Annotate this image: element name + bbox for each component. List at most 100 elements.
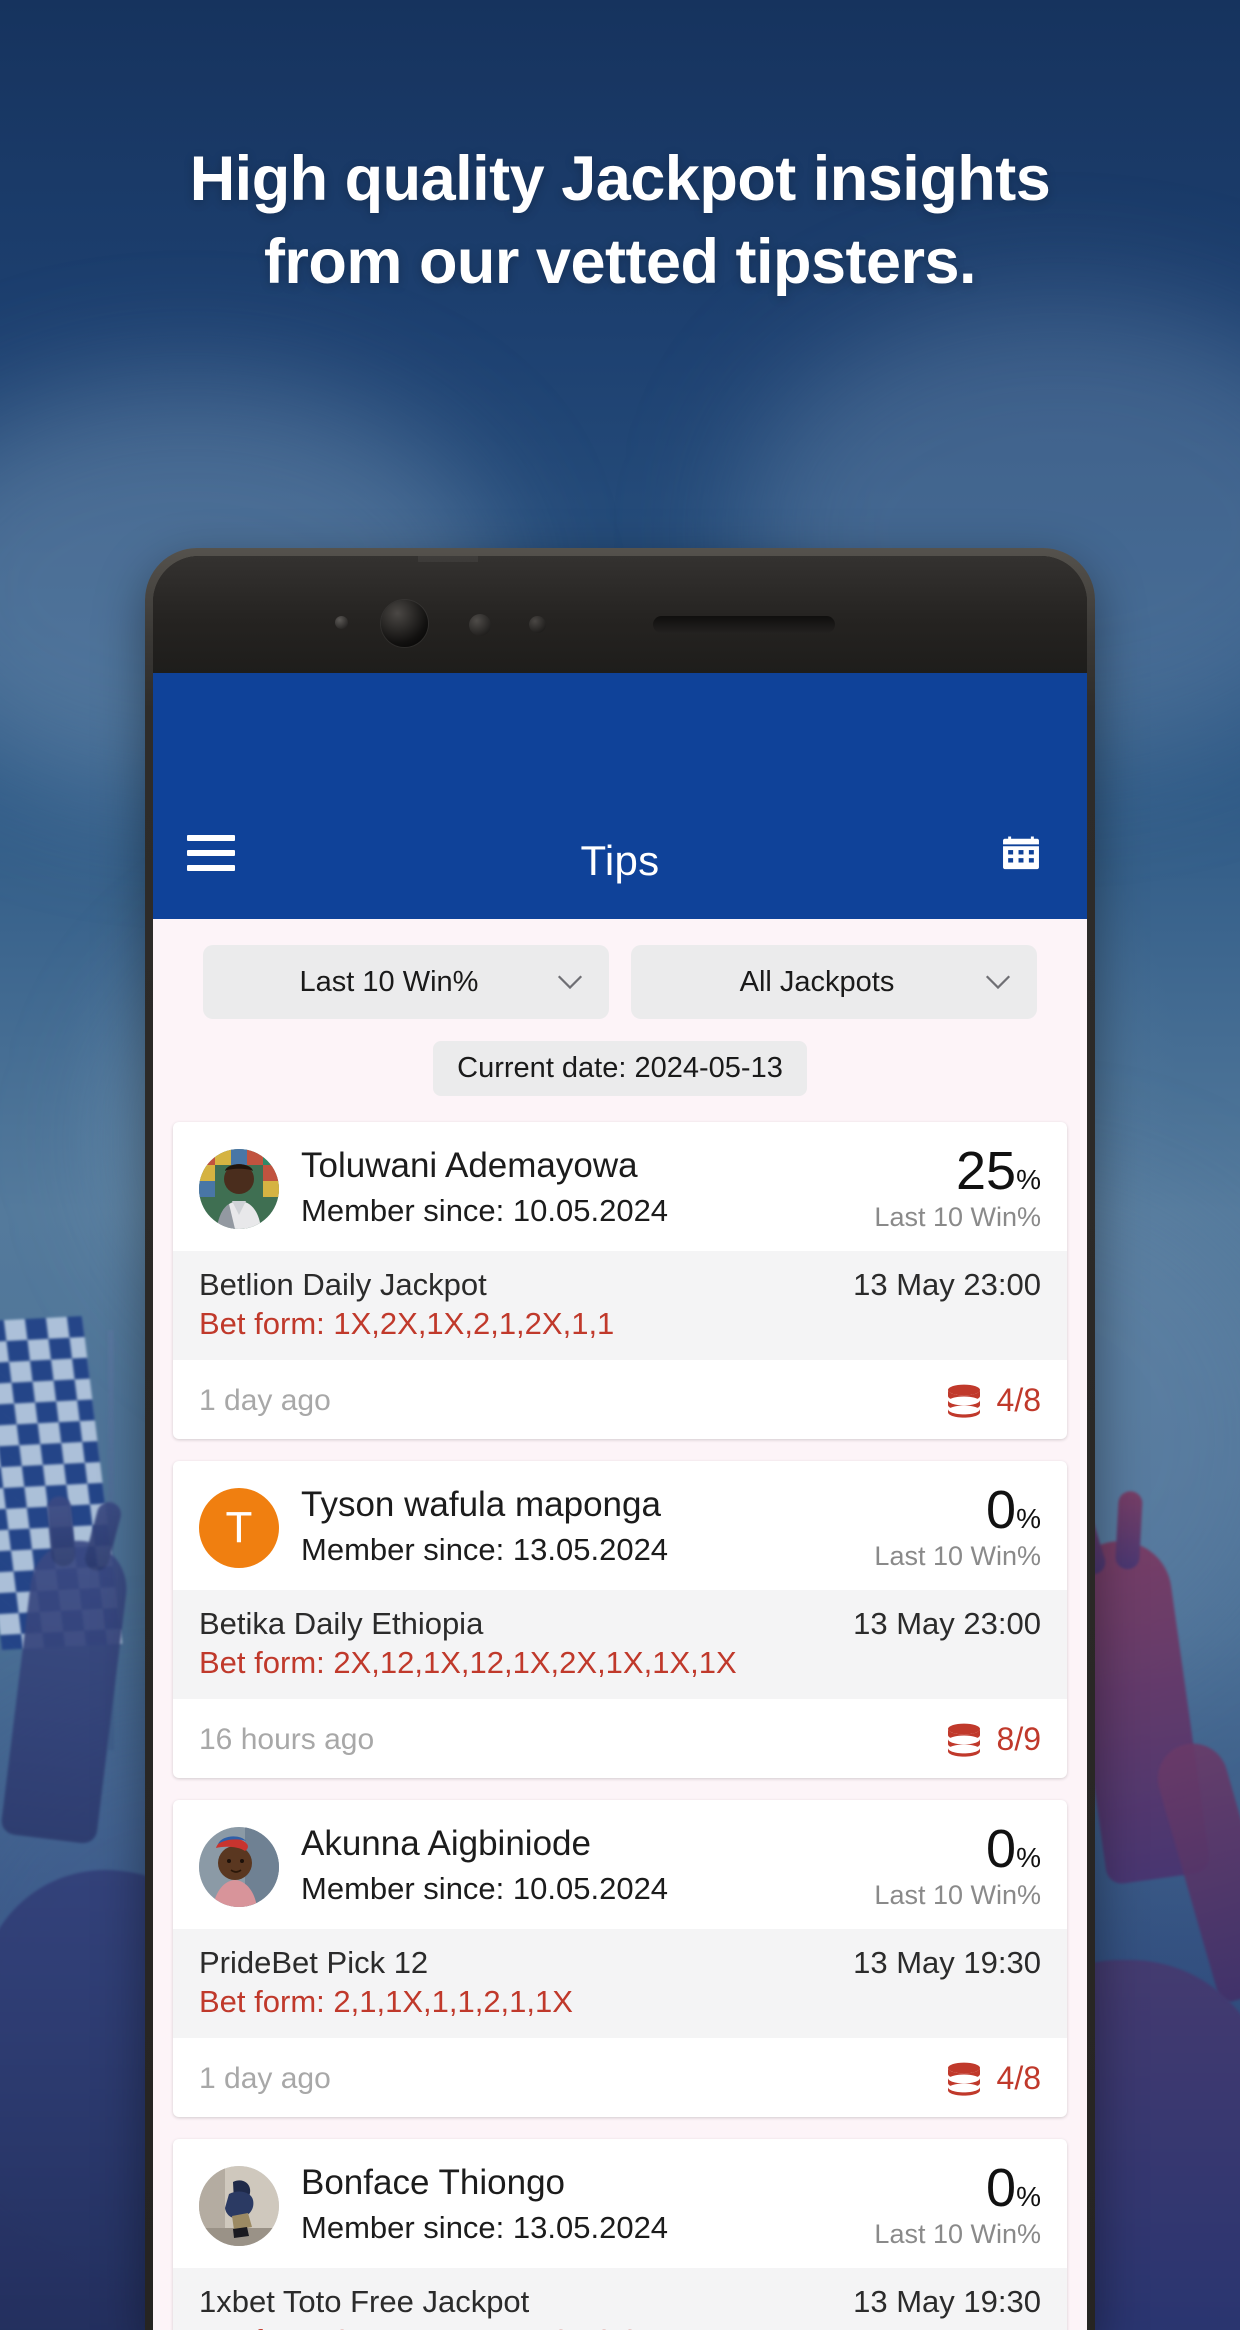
tip-card[interactable]: Akunna Aigbiniode Member since: 10.05.202… bbox=[173, 1800, 1067, 2117]
light-sensor-icon bbox=[529, 616, 546, 633]
app-screen: Tips Last 10 Win% All Jackpots Current d… bbox=[153, 673, 1087, 2330]
jackpot-row: Betlion Daily Jackpot 13 May 23:00 bbox=[199, 1267, 1041, 1303]
database-stack-icon bbox=[947, 1384, 980, 1418]
jackpot-row: Betika Daily Ethiopia 13 May 23:00 bbox=[199, 1606, 1041, 1642]
tipster-winrate: 25% Last 10 Win% bbox=[862, 1144, 1041, 1233]
jackpot-block[interactable]: Betika Daily Ethiopia 13 May 23:00 Bet for… bbox=[173, 1590, 1067, 1699]
filter-jackpots-label: All Jackpots bbox=[739, 965, 895, 998]
tip-card-footer: 1 day ago 4/8 bbox=[173, 1360, 1067, 1439]
promo-screenshot: High quality Jackpot insights from our v… bbox=[0, 0, 1240, 2330]
score-value: 4/8 bbox=[996, 1382, 1041, 1418]
jackpot-row: PrideBet Pick 12 13 May 19:30 bbox=[199, 1945, 1041, 1981]
tip-card-footer: 16 hours ago 8/9 bbox=[173, 1699, 1067, 1778]
chevron-down-icon bbox=[557, 974, 583, 989]
jackpot-time: 13 May 19:30 bbox=[853, 1945, 1041, 1980]
phone-screen-area: Tips Last 10 Win% All Jackpots Current d… bbox=[153, 556, 1087, 2330]
tip-card[interactable]: Toluwani Ademayowa Member since: 10.05.20… bbox=[173, 1122, 1067, 1439]
filter-jackpots-dropdown[interactable]: All Jackpots bbox=[631, 945, 1037, 1019]
tipster-name: Toluwani Ademayowa bbox=[301, 1146, 638, 1186]
tip-score: 4/8 bbox=[945, 1382, 1041, 1419]
score-value: 8/9 bbox=[996, 1721, 1041, 1757]
tipster-identity: Bonface Thiongo Member since: 13.05.2024 bbox=[301, 2162, 862, 2249]
earpiece-speaker bbox=[653, 616, 835, 633]
percent-symbol: % bbox=[1016, 2181, 1041, 2212]
filter-row: Last 10 Win% All Jackpots bbox=[153, 919, 1087, 1019]
jackpot-block[interactable]: Betlion Daily Jackpot 13 May 23:00 Bet for… bbox=[173, 1251, 1067, 1360]
avatar[interactable] bbox=[199, 2165, 279, 2246]
tipster-winrate: 0% Last 10 Win% bbox=[862, 1483, 1041, 1572]
winrate-value: 0% bbox=[874, 2161, 1041, 2215]
avatar[interactable]: T bbox=[199, 1487, 279, 1568]
bet-form: Bet form: 2,1,1,1,1X,1,1,12,12,2 bbox=[199, 2323, 1041, 2330]
tip-score: 8/9 bbox=[945, 1721, 1041, 1758]
winrate-number: 0 bbox=[986, 1819, 1017, 1879]
filter-winrate-label: Last 10 Win% bbox=[299, 965, 479, 998]
jackpot-block[interactable]: 1xbet Toto Free Jackpot 13 May 19:30 Bet f… bbox=[173, 2268, 1067, 2330]
tip-card-header: Bonface Thiongo Member since: 13.05.2024 0… bbox=[173, 2139, 1067, 2268]
jackpot-name: 1xbet Toto Free Jackpot bbox=[199, 2284, 530, 2319]
current-date-row: Current date: 2024-05-13 bbox=[153, 1019, 1087, 1122]
tipster-winrate: 0% Last 10 Win% bbox=[862, 1822, 1041, 1911]
hamburger-menu-icon[interactable] bbox=[187, 821, 251, 885]
filter-winrate-dropdown[interactable]: Last 10 Win% bbox=[203, 945, 609, 1019]
calendar-icon[interactable] bbox=[989, 821, 1053, 885]
tipster-identity: Akunna Aigbiniode Member since: 10.05.202… bbox=[301, 1823, 862, 1910]
tip-score: 4/8 bbox=[945, 2060, 1041, 2097]
promo-headline: High quality Jackpot insights from our v… bbox=[189, 144, 1051, 298]
tipster-member-since: Member since: 10.05.2024 bbox=[301, 1871, 669, 1907]
jackpot-time: 13 May 19:30 bbox=[853, 2284, 1041, 2319]
jackpot-name: Betika Daily Ethiopia bbox=[199, 1606, 484, 1641]
tip-timestamp: 16 hours ago bbox=[199, 1722, 375, 1756]
tipster-member-since: Member since: 13.05.2024 bbox=[301, 2210, 669, 2246]
winrate-label: Last 10 Win% bbox=[874, 1541, 1041, 1571]
winrate-value: 0% bbox=[874, 1483, 1041, 1537]
bet-form: Bet form: 1X,2X,1X,2,1,2X,1,1 bbox=[199, 1306, 615, 1341]
winrate-label: Last 10 Win% bbox=[874, 1880, 1041, 1910]
tip-card[interactable]: T Tyson wafula maponga Member since: 13.05… bbox=[173, 1461, 1067, 1778]
tipster-identity: Toluwani Ademayowa Member since: 10.05.20… bbox=[301, 1145, 862, 1232]
tip-card-header: T Tyson wafula maponga Member since: 13.05… bbox=[173, 1461, 1067, 1590]
percent-symbol: % bbox=[1016, 1164, 1041, 1195]
winrate-label: Last 10 Win% bbox=[874, 2219, 1041, 2249]
avatar[interactable] bbox=[199, 1826, 279, 1907]
avatar-initial: T bbox=[225, 1502, 253, 1552]
menu-line bbox=[187, 850, 235, 856]
tips-list: Toluwani Ademayowa Member since: 10.05.20… bbox=[153, 1122, 1087, 2330]
tipster-name: Akunna Aigbiniode bbox=[301, 1824, 591, 1864]
tip-timestamp: 1 day ago bbox=[199, 1383, 331, 1417]
bezel-nub bbox=[418, 556, 478, 562]
phone-device-frame: Tips Last 10 Win% All Jackpots Current d… bbox=[145, 548, 1095, 2330]
tip-card-header: Akunna Aigbiniode Member since: 10.05.202… bbox=[173, 1800, 1067, 1929]
tip-card[interactable]: Bonface Thiongo Member since: 13.05.2024 0… bbox=[173, 2139, 1067, 2330]
jackpot-name: PrideBet Pick 12 bbox=[199, 1945, 429, 1980]
bet-form: Bet form: 2X,12,1X,12,1X,2X,1X,1X,1X bbox=[199, 1645, 737, 1680]
tipster-member-since: Member since: 13.05.2024 bbox=[301, 1532, 669, 1568]
tipster-name: Bonface Thiongo bbox=[301, 2163, 566, 2203]
percent-symbol: % bbox=[1016, 1503, 1041, 1534]
winrate-number: 0 bbox=[986, 2158, 1017, 2218]
proximity-sensor-icon bbox=[469, 614, 491, 636]
database-stack-icon bbox=[947, 2062, 980, 2096]
tipster-identity: Tyson wafula maponga Member since: 13.05.… bbox=[301, 1484, 862, 1571]
sensor-icon bbox=[335, 616, 348, 629]
jackpot-time: 13 May 23:00 bbox=[853, 1267, 1041, 1302]
winrate-number: 0 bbox=[986, 1480, 1017, 1540]
percent-symbol: % bbox=[1016, 1842, 1041, 1873]
avatar[interactable] bbox=[199, 1148, 279, 1229]
tip-card-footer: 1 day ago 4/8 bbox=[173, 2038, 1067, 2117]
chevron-down-icon bbox=[985, 974, 1011, 989]
menu-line bbox=[187, 865, 235, 871]
jackpot-row: 1xbet Toto Free Jackpot 13 May 19:30 bbox=[199, 2284, 1041, 2320]
score-value: 4/8 bbox=[996, 2060, 1041, 2096]
front-camera-icon bbox=[381, 600, 428, 647]
menu-line bbox=[187, 835, 235, 841]
tip-timestamp: 1 day ago bbox=[199, 2061, 331, 2095]
current-date-badge: Current date: 2024-05-13 bbox=[433, 1041, 807, 1096]
bet-form: Bet form: 2,1,1X,1,1,2,1,1X bbox=[199, 1984, 573, 2019]
phone-top-bezel bbox=[153, 556, 1087, 673]
tipster-winrate: 0% Last 10 Win% bbox=[862, 2161, 1041, 2250]
tipster-name: Tyson wafula maponga bbox=[301, 1485, 661, 1525]
page-title: Tips bbox=[580, 837, 660, 884]
jackpot-name: Betlion Daily Jackpot bbox=[199, 1267, 487, 1302]
jackpot-block[interactable]: PrideBet Pick 12 13 May 19:30 Bet form: 2,… bbox=[173, 1929, 1067, 2038]
